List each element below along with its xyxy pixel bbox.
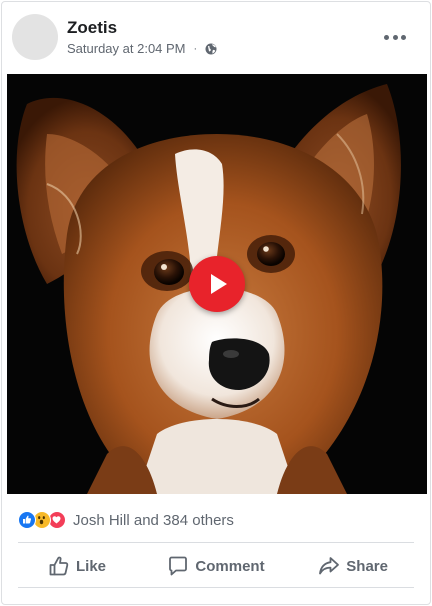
comment-label: Comment [195, 557, 265, 575]
globe-icon[interactable] [205, 43, 217, 55]
post-header: Zoetis Saturday at 2:04 PM · [2, 2, 430, 74]
more-dot [392, 34, 398, 40]
reactions-bar[interactable]: Josh Hill and 384 others [18, 509, 234, 531]
divider [18, 587, 414, 588]
action-bar: Like Comment Share [18, 545, 414, 587]
divider [18, 542, 414, 543]
post-timestamp[interactable]: Saturday at 2:04 PM [67, 41, 186, 56]
more-dot [384, 34, 389, 40]
reaction-icons [18, 511, 66, 529]
thumbs-up-icon [49, 556, 69, 576]
play-button[interactable] [189, 256, 245, 312]
play-icon [211, 274, 227, 294]
video-player[interactable] [7, 74, 427, 494]
like-button[interactable]: Like [18, 545, 138, 587]
post-meta: Saturday at 2:04 PM · [67, 41, 217, 56]
comment-button[interactable]: Comment [146, 545, 286, 587]
more-options-button[interactable] [384, 29, 406, 45]
avatar[interactable] [12, 14, 58, 60]
reactions-summary[interactable]: Josh Hill and 384 others [73, 512, 234, 529]
post-card: Zoetis Saturday at 2:04 PM · Josh Hill a… [1, 1, 431, 605]
share-button[interactable]: Share [294, 545, 414, 587]
like-label: Like [76, 557, 107, 575]
share-label: Share [346, 557, 388, 575]
like-reaction-icon [18, 511, 36, 529]
more-dot [401, 34, 406, 40]
page-name[interactable]: Zoetis [67, 18, 117, 38]
meta-separator: · [193, 42, 198, 55]
share-arrow-icon [319, 557, 340, 575]
comment-icon [169, 556, 188, 576]
